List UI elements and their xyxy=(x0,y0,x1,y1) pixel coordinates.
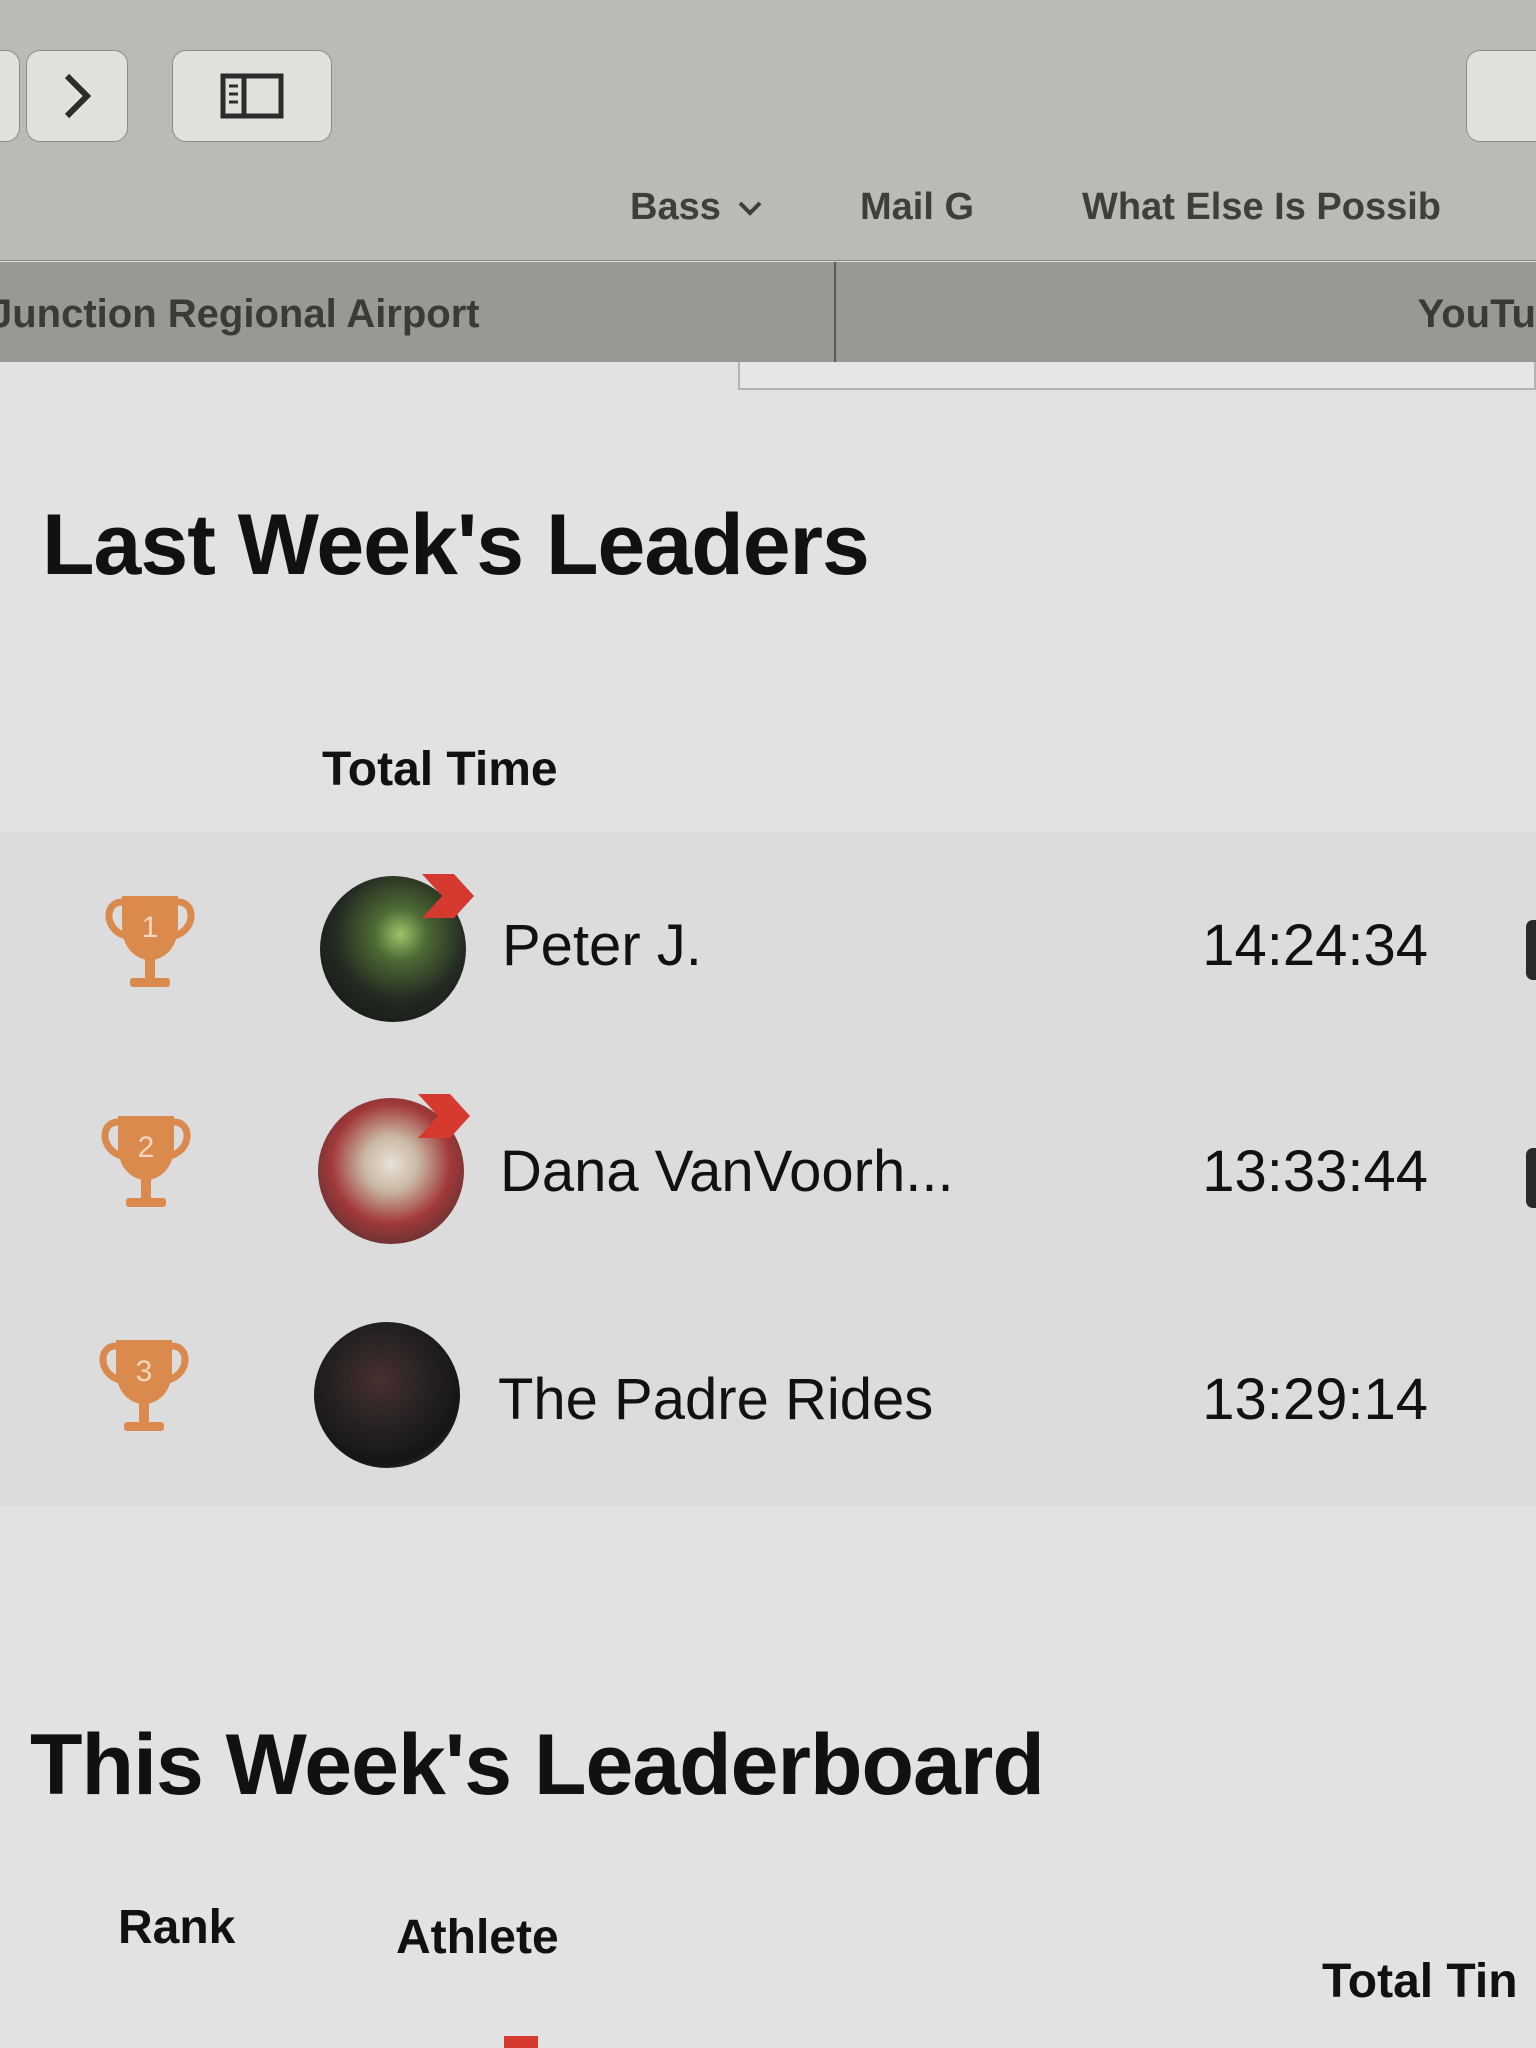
chevron-down-icon xyxy=(738,201,762,216)
trophy-rank: 3 xyxy=(136,1355,153,1388)
subscriber-badge-icon xyxy=(504,2036,538,2048)
last-week-title: Last Week's Leaders xyxy=(42,497,870,593)
trophy-icon: 3 xyxy=(99,1340,189,1431)
trophy-icon: 2 xyxy=(101,1116,191,1207)
athlete-name[interactable]: Peter J. xyxy=(502,912,702,979)
trophy-rank: 1 xyxy=(142,911,159,944)
forward-button[interactable] xyxy=(26,50,128,142)
chevron-right-icon xyxy=(64,73,92,119)
sidebar-icon xyxy=(220,73,284,119)
total-time-header: Total Time xyxy=(322,743,558,796)
tab-airport[interactable]: Junction Regional Airport xyxy=(0,262,836,362)
subscriber-badge-icon xyxy=(422,874,474,918)
this-week-title: This Week's Leaderboard xyxy=(30,1717,1045,1813)
sidebar-toggle-button[interactable] xyxy=(172,50,332,142)
bookmark-mail[interactable]: Mail G xyxy=(860,186,974,229)
athlete-header[interactable]: Athlete xyxy=(396,1910,559,1965)
row-edge-control xyxy=(1526,1148,1536,1208)
trophy-icon: 1 xyxy=(105,896,195,987)
rank-header[interactable]: Rank xyxy=(118,1900,235,1955)
athlete-name[interactable]: The Padre Rides xyxy=(498,1366,933,1433)
trophy-rank: 2 xyxy=(138,1131,155,1164)
bookmark-label: Bass xyxy=(630,186,721,228)
athlete-total-time: 14:24:34 xyxy=(1202,913,1428,978)
subscriber-badge-icon xyxy=(418,1094,470,1138)
athlete-total-time: 13:33:44 xyxy=(1202,1139,1428,1204)
athlete-name[interactable]: Dana VanVoorh... xyxy=(500,1138,954,1205)
row-edge-control xyxy=(1526,920,1536,980)
back-button[interactable] xyxy=(0,50,20,142)
total-time-header[interactable]: Total Tin xyxy=(1322,1954,1518,2009)
athlete-total-time: 13:29:14 xyxy=(1202,1367,1428,1432)
bookmark-bass[interactable]: Bass xyxy=(630,186,763,229)
dropdown-edge xyxy=(738,362,1536,390)
tab-youtube[interactable]: YouTu xyxy=(838,262,1536,362)
bookmark-what-else[interactable]: What Else Is Possib xyxy=(1082,186,1441,229)
toolbar-button-right[interactable] xyxy=(1466,50,1536,142)
avatar[interactable] xyxy=(314,1322,460,1468)
